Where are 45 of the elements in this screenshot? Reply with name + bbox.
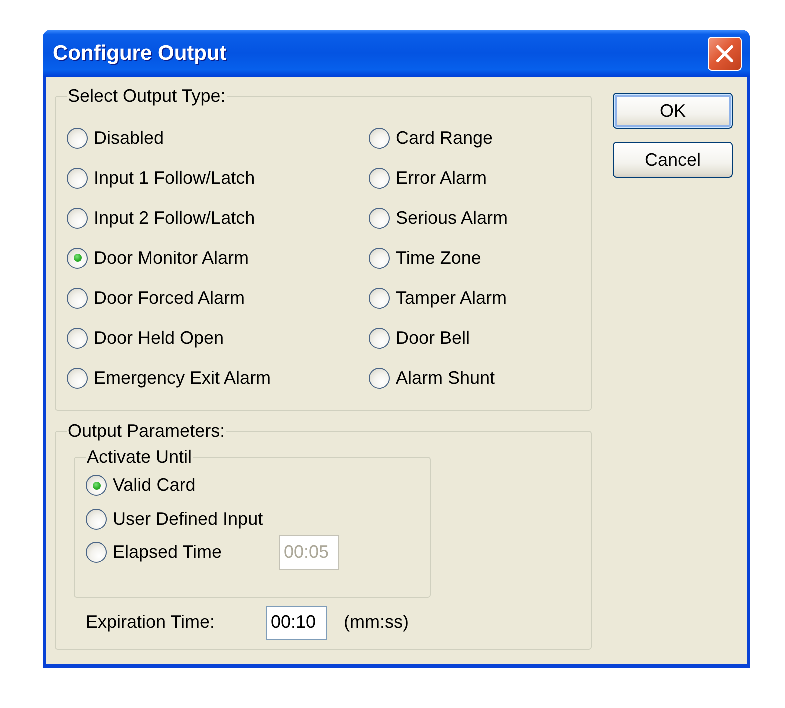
radio-button[interactable] xyxy=(369,208,390,228)
radio-label[interactable]: Input 2 Follow/Latch xyxy=(94,208,256,228)
radio-label[interactable]: Alarm Shunt xyxy=(396,368,496,388)
radio-button[interactable] xyxy=(67,368,88,388)
radio-label[interactable]: Valid Card xyxy=(113,475,196,496)
cancel-button[interactable]: Cancel xyxy=(613,142,733,178)
radio-button[interactable] xyxy=(67,288,88,308)
radio-button[interactable] xyxy=(369,288,390,308)
radio-button[interactable] xyxy=(67,168,88,188)
radio-button[interactable] xyxy=(67,128,88,148)
radio-button[interactable] xyxy=(369,128,390,148)
radio-button[interactable] xyxy=(369,248,390,268)
radio-label[interactable]: Door Held Open xyxy=(94,328,224,348)
radio-button[interactable] xyxy=(86,475,107,496)
radio-label[interactable]: Door Monitor Alarm xyxy=(94,248,250,268)
radio-label[interactable]: User Defined Input xyxy=(113,508,264,530)
close-icon xyxy=(716,44,734,62)
radio-button[interactable] xyxy=(86,508,107,530)
radio-label[interactable]: Elapsed Time xyxy=(113,542,267,564)
radio-button[interactable] xyxy=(369,168,390,188)
expiration-time-label: Expiration Time: xyxy=(86,612,216,633)
expiration-time-field[interactable]: 00:10 xyxy=(266,606,327,640)
unit-label: (mm:ss) xyxy=(344,612,409,633)
radio-button[interactable] xyxy=(369,368,390,388)
radio-button[interactable] xyxy=(86,542,107,564)
radio-label[interactable]: Tamper Alarm xyxy=(396,288,508,308)
radio-label[interactable]: Door Forced Alarm xyxy=(94,288,246,308)
radio-label[interactable]: Door Bell xyxy=(396,328,470,348)
radio-label[interactable]: Time Zone xyxy=(396,248,482,268)
group-label: Output Parameters: xyxy=(67,423,226,440)
group-label: Activate Until xyxy=(86,449,194,466)
radio-button[interactable] xyxy=(67,248,88,268)
radio-button[interactable] xyxy=(67,208,88,228)
group-label: Select Output Type: xyxy=(67,88,227,105)
radio-label[interactable]: Error Alarm xyxy=(396,168,488,188)
radio-label[interactable]: Serious Alarm xyxy=(396,208,508,228)
radio-label[interactable]: Disabled xyxy=(94,128,164,148)
radio-label[interactable]: Emergency Exit Alarm xyxy=(94,368,272,388)
ok-button[interactable]: OK xyxy=(613,93,733,129)
radio-label[interactable]: Card Range xyxy=(396,128,494,148)
radio-button[interactable] xyxy=(369,328,390,348)
close-button[interactable] xyxy=(708,36,742,70)
radio-button[interactable] xyxy=(67,328,88,348)
radio-label[interactable]: Input 1 Follow/Latch xyxy=(94,168,256,188)
window-title: Configure Output xyxy=(53,42,227,66)
